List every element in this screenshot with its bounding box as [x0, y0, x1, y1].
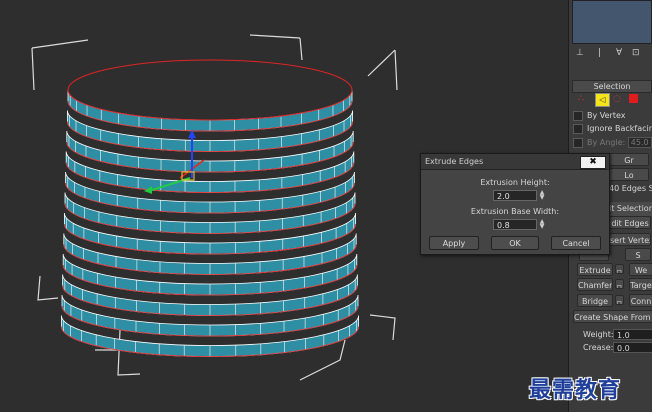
edit-selection-header[interactable]: it Selection	[609, 202, 652, 216]
bounding-bracket-3	[299, 37, 303, 61]
ignore-backfacing-checkbox[interactable]	[573, 123, 583, 134]
weld-button[interactable]: We	[629, 263, 652, 276]
bridge-button[interactable]: Bridge	[577, 294, 613, 307]
edge-mode-icon[interactable]: ◁	[595, 93, 610, 107]
chamfer-settings-button[interactable]: ▫	[615, 279, 624, 289]
extrude-settings-button[interactable]: ▫	[615, 264, 624, 274]
loop-button[interactable]: Lo	[609, 168, 649, 181]
polygon-mode-icon[interactable]	[629, 94, 638, 103]
bounding-bracket-6	[37, 275, 59, 301]
extrusion-base-width-input[interactable]: 0.8	[493, 219, 537, 230]
selection-rollout-header[interactable]: Selection	[572, 80, 652, 93]
grow-button[interactable]: Gr	[609, 153, 649, 166]
by-angle-checkbox[interactable]	[573, 137, 583, 148]
remove-modifier-icon[interactable]: ⊡	[632, 48, 640, 58]
panel-toolbar: ⊥ | ∀ ⊡	[572, 46, 650, 62]
extrude-button[interactable]: Extrude	[577, 263, 613, 276]
show-end-result-icon[interactable]: |	[598, 48, 601, 58]
edit-edges-button[interactable]: dit Edges	[609, 216, 651, 229]
extrusion-height-input[interactable]: 2.0	[493, 190, 537, 201]
bounding-bracket-1	[31, 47, 35, 91]
cancel-button[interactable]: Cancel	[551, 236, 601, 250]
watermark-logo: 最需教育	[529, 377, 622, 403]
extrude-edges-dialog: Extrude Edges ✖ Extrusion Height: 2.0 ▲ ▼…	[420, 153, 610, 255]
panel-preview	[572, 0, 652, 44]
close-icon: ✖	[589, 157, 597, 167]
create-shape-button[interactable]: Create Shape From Se	[573, 310, 652, 323]
extrusion-height-spinner[interactable]: ▲ ▼	[539, 190, 545, 201]
bounding-bracket-4	[367, 49, 396, 77]
pin-stack-icon[interactable]: ⊥	[576, 48, 584, 58]
ignore-backfacing-option[interactable]: Ignore Backfacing	[573, 122, 652, 136]
extrusion-base-width-label: Extrusion Base Width:	[470, 207, 560, 216]
close-button[interactable]: ✖	[580, 156, 606, 169]
selection-count: 40 Edges S	[609, 184, 652, 193]
vertex-mode-icon[interactable]: ∴	[578, 94, 584, 104]
split-button[interactable]: S	[625, 248, 651, 261]
bounding-bracket-9	[369, 314, 396, 341]
apply-button[interactable]: Apply	[429, 236, 479, 250]
by-vertex-checkbox[interactable]	[573, 110, 583, 121]
chamfer-button[interactable]: Chamfer	[577, 278, 613, 291]
weight-field[interactable]: 1.0	[613, 329, 652, 340]
bounding-bracket-0	[31, 39, 89, 49]
by-angle-option[interactable]: By Angle: 45.0	[573, 136, 652, 150]
extrusion-base-width-spinner[interactable]: ▲ ▼	[539, 219, 545, 230]
extrusion-height-label: Extrusion Height:	[480, 178, 550, 187]
crease-field[interactable]: 0.0	[613, 342, 652, 353]
bounding-bracket-2	[249, 34, 301, 39]
bridge-settings-button[interactable]: ▫	[615, 295, 624, 305]
target-weld-button[interactable]: Targe	[629, 278, 652, 291]
ok-button[interactable]: OK	[491, 236, 539, 250]
mesh-ring-0	[67, 89, 353, 132]
top-selected-ring	[67, 59, 353, 121]
connect-button[interactable]: Conn	[629, 294, 652, 307]
border-mode-icon[interactable]: ◌	[613, 94, 621, 104]
insert-vertex-button[interactable]: sert Vertex	[609, 233, 651, 246]
by-vertex-option[interactable]: By Vertex	[573, 109, 652, 123]
make-unique-icon[interactable]: ∀	[616, 48, 622, 58]
subobject-icons: ∴ ◁ ◌	[575, 93, 652, 107]
by-angle-field[interactable]: 45.0	[627, 137, 652, 148]
bounding-bracket-5	[394, 49, 398, 91]
